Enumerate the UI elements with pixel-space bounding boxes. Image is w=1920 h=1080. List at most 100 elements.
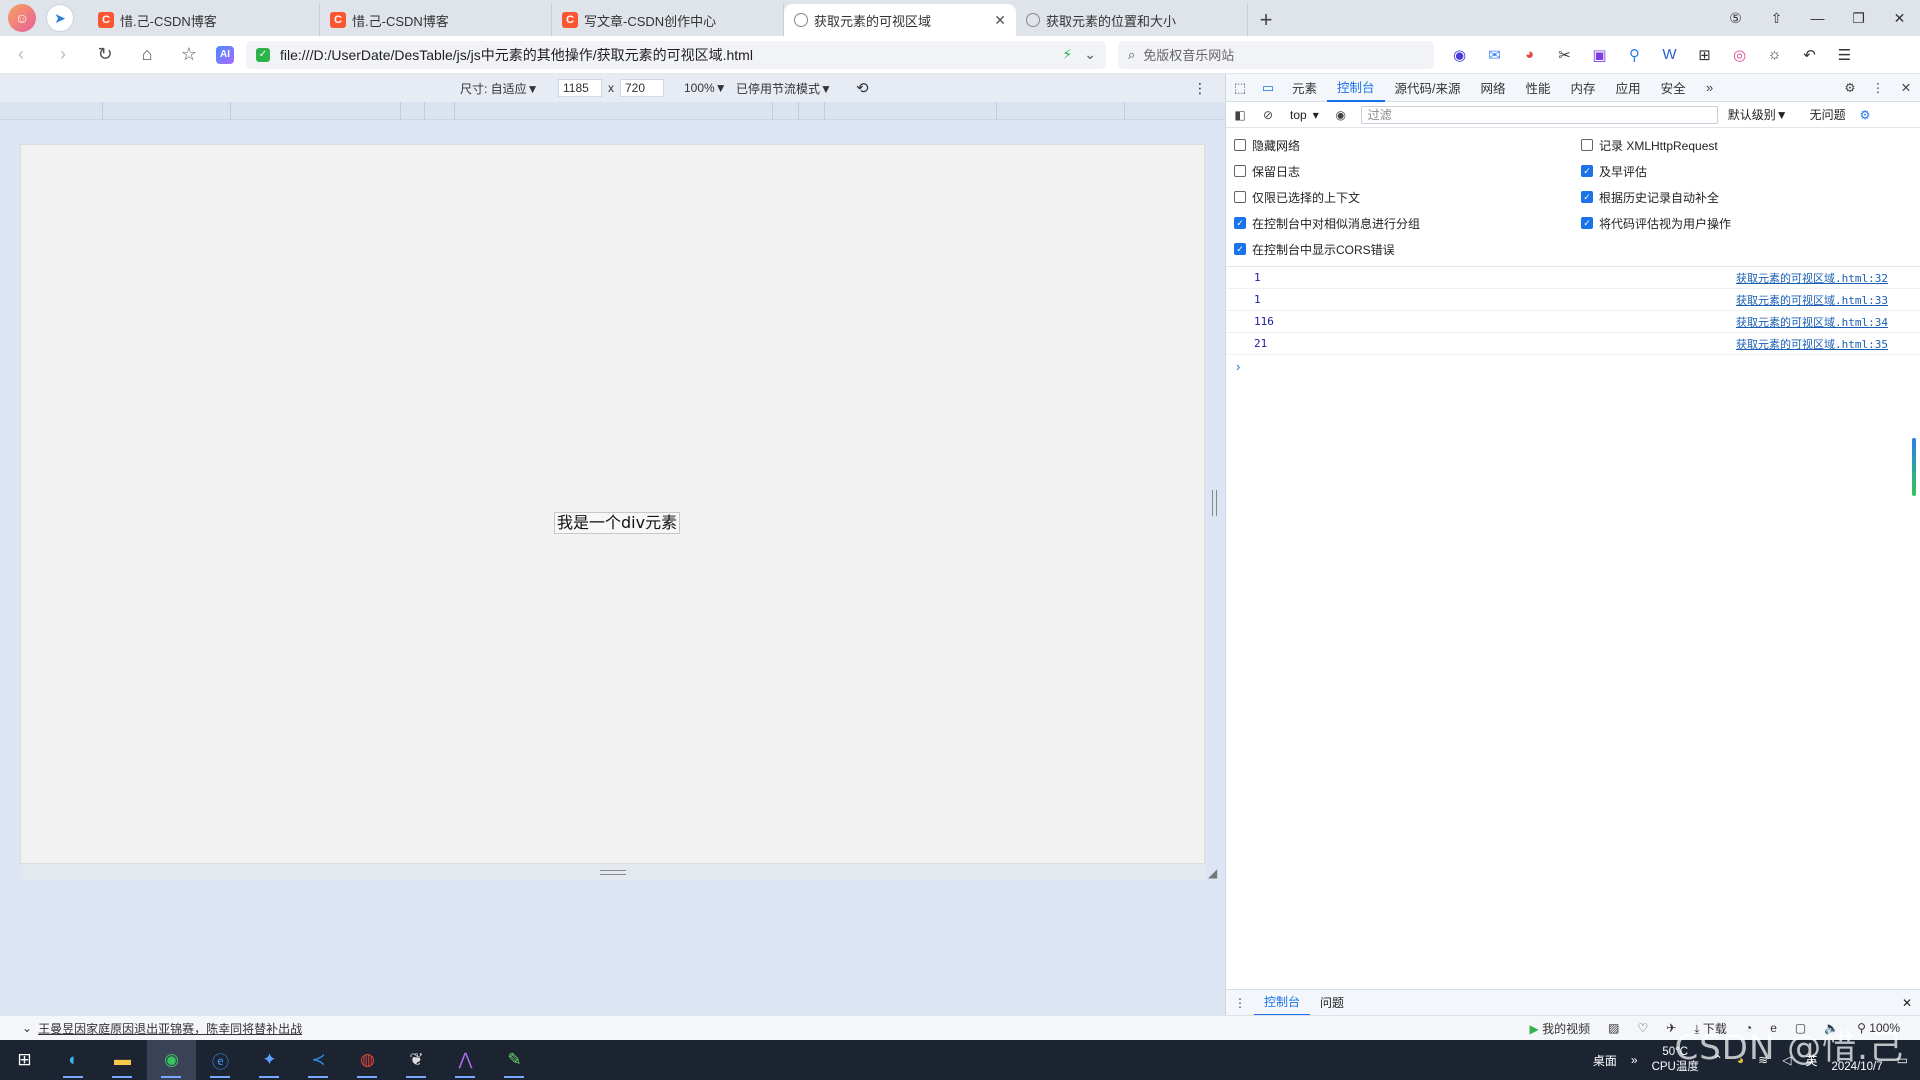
- log-source-link[interactable]: 获取元素的可视区域.html:32: [1736, 270, 1888, 286]
- log-levels-dropdown[interactable]: 默认级别▼: [1728, 106, 1788, 123]
- option-user-activation[interactable]: ✓ 将代码评估视为用户操作: [1581, 210, 1920, 236]
- magnifier-icon[interactable]: ⚲: [1617, 46, 1652, 64]
- settings-gear-icon[interactable]: ⚙: [1836, 80, 1864, 95]
- ie-icon[interactable]: e: [1770, 1021, 1777, 1035]
- drawer-menu-icon[interactable]: ⋮: [1226, 996, 1254, 1010]
- wifi-icon[interactable]: ≋: [1758, 1053, 1768, 1067]
- scissors-icon[interactable]: ✂: [1547, 46, 1582, 64]
- edge-icon[interactable]: ◐: [49, 1040, 98, 1080]
- media-query-ruler[interactable]: [0, 102, 1225, 120]
- console-settings-icon[interactable]: ⚙: [1860, 108, 1871, 122]
- download-button[interactable]: ⤓ 下载: [1694, 1020, 1727, 1037]
- feishu-icon[interactable]: ✦: [245, 1040, 294, 1080]
- drawer-tab-issues[interactable]: 问题: [1310, 990, 1354, 1016]
- checkbox-checked[interactable]: ✓: [1581, 191, 1593, 203]
- resize-handle-corner[interactable]: ◢: [1208, 866, 1217, 880]
- incognito-icon[interactable]: ◔: [1745, 1021, 1752, 1035]
- lightning-icon[interactable]: ⚡: [1062, 46, 1072, 63]
- option-autocomplete[interactable]: ✓ 根据历史记录自动补全: [1581, 184, 1920, 210]
- forward-icon[interactable]: ›: [42, 44, 84, 65]
- checkbox[interactable]: [1234, 191, 1246, 203]
- width-input[interactable]: 1185: [558, 79, 602, 97]
- translate-icon[interactable]: ▣: [1582, 46, 1617, 64]
- chevron-down-icon[interactable]: ⌄: [1084, 46, 1096, 63]
- close-window-button[interactable]: ✕: [1879, 10, 1920, 27]
- reload-icon[interactable]: ↻: [84, 44, 126, 65]
- resize-handle-right[interactable]: [1212, 490, 1217, 516]
- input-language[interactable]: 英: [1805, 1052, 1817, 1069]
- close-devtools-icon[interactable]: ✕: [1892, 80, 1920, 95]
- ie-browser-icon[interactable]: ⓔ: [196, 1040, 245, 1080]
- menu-icon[interactable]: ☰: [1827, 46, 1862, 64]
- checkbox[interactable]: [1581, 139, 1593, 151]
- height-input[interactable]: 720: [620, 79, 664, 97]
- checkbox-checked[interactable]: ✓: [1581, 165, 1593, 177]
- eye-icon[interactable]: ◉: [1327, 108, 1355, 122]
- my-video-button[interactable]: ▶ 我的视频: [1530, 1020, 1591, 1037]
- ai-assistant-icon[interactable]: AI: [216, 45, 234, 64]
- resize-handle-bottom[interactable]: [600, 870, 626, 875]
- undo-icon[interactable]: ↶: [1792, 46, 1827, 64]
- notifications-icon[interactable]: ▭: [1897, 1053, 1908, 1067]
- tab-position-size[interactable]: 获取元素的位置和大小: [1016, 4, 1248, 36]
- tab-performance[interactable]: 性能: [1516, 74, 1561, 102]
- word-icon[interactable]: W: [1652, 46, 1687, 63]
- pin-icon[interactable]: ⇧: [1756, 10, 1797, 27]
- option-group-similar[interactable]: ✓ 在控制台中对相似消息进行分组: [1234, 210, 1581, 236]
- chevron-down-icon[interactable]: ⌄: [22, 1021, 32, 1035]
- log-source-link[interactable]: 获取元素的可视区域.html:33: [1736, 292, 1888, 308]
- tab-csdn-blog-2[interactable]: C 惜.己-CSDN博客: [320, 4, 552, 36]
- color-wheel-icon[interactable]: ◎: [1722, 46, 1757, 64]
- back-icon[interactable]: ‹: [0, 44, 42, 65]
- tab-count-icon[interactable]: ⑤: [1715, 10, 1756, 27]
- console-prompt[interactable]: ›: [1226, 355, 1920, 378]
- new-tab-button[interactable]: +: [1248, 4, 1284, 36]
- home-icon[interactable]: ⌂: [126, 44, 168, 65]
- device-toggle-icon[interactable]: ▭: [1254, 80, 1282, 96]
- star-icon[interactable]: ☆: [168, 44, 210, 65]
- filter-input[interactable]: 过滤: [1360, 105, 1718, 124]
- checkbox-checked[interactable]: ✓: [1234, 217, 1246, 229]
- close-drawer-icon[interactable]: ✕: [1893, 996, 1920, 1010]
- checkbox[interactable]: [1234, 139, 1246, 151]
- tab-security[interactable]: 安全: [1651, 74, 1696, 102]
- checkbox[interactable]: [1234, 165, 1246, 177]
- option-eager-eval[interactable]: ✓ 及早评估: [1581, 158, 1920, 184]
- close-tab-icon[interactable]: ✕: [994, 12, 1006, 29]
- zoom-level[interactable]: ⚲ 100%: [1857, 1021, 1900, 1035]
- option-cors-errors[interactable]: ✓ 在控制台中显示CORS错误: [1234, 236, 1581, 262]
- window-icon[interactable]: ▢: [1795, 1021, 1806, 1035]
- apps-grid-icon[interactable]: ⊞: [1687, 46, 1722, 64]
- news-headline-link[interactable]: 王曼昱因家庭原因退出亚锦赛，陈幸同将替补出战: [38, 1020, 302, 1037]
- navigation-arrow-icon[interactable]: ➤: [46, 4, 74, 32]
- tray-expand-icon[interactable]: »: [1631, 1053, 1638, 1067]
- dimensions-dropdown[interactable]: 尺寸: 自适应▼: [460, 80, 539, 97]
- scroll-indicator[interactable]: [1912, 438, 1916, 496]
- tab-memory[interactable]: 内存: [1561, 74, 1606, 102]
- url-text[interactable]: file:///D:/UserDate/DesTable/js/js中元素的其他…: [280, 45, 1062, 65]
- log-source-link[interactable]: 获取元素的可视区域.html:35: [1736, 336, 1888, 352]
- more-options-icon[interactable]: ⋮: [1193, 80, 1207, 97]
- heart-icon[interactable]: ♡: [1637, 1021, 1648, 1035]
- inspect-element-icon[interactable]: ⬚: [1226, 80, 1254, 96]
- rocket-icon[interactable]: ✈: [1666, 1021, 1676, 1035]
- zoom-dropdown[interactable]: 100%▼: [684, 81, 727, 95]
- checkbox-checked[interactable]: ✓: [1234, 243, 1246, 255]
- throttle-dropdown[interactable]: 已停用节流模式▼: [736, 80, 832, 97]
- option-preserve-log[interactable]: 保留日志: [1234, 158, 1581, 184]
- clock[interactable]: 2024/10/7: [1831, 1045, 1882, 1075]
- windows-start-icon[interactable]: ⊞: [0, 1040, 49, 1080]
- context-selector[interactable]: top ▾: [1282, 108, 1327, 122]
- option-log-xhr[interactable]: 记录 XMLHttpRequest: [1581, 132, 1920, 158]
- tray-app-icon[interactable]: ◕: [1737, 1053, 1744, 1067]
- image-icon[interactable]: ▨: [1608, 1021, 1619, 1035]
- volume-icon[interactable]: 🔈: [1824, 1021, 1839, 1035]
- search-box[interactable]: ⌕ 免版权音乐网站: [1118, 40, 1434, 69]
- chat-extension-icon[interactable]: ◉: [1442, 46, 1477, 64]
- log-source-link[interactable]: 获取元素的可视区域.html:34: [1736, 314, 1888, 330]
- vscode-icon[interactable]: ≺: [294, 1040, 343, 1080]
- more-tabs-icon[interactable]: »: [1696, 80, 1724, 95]
- weibo-icon[interactable]: ◕: [1512, 46, 1547, 63]
- checkbox-checked[interactable]: ✓: [1581, 217, 1593, 229]
- tab-network[interactable]: 网络: [1471, 74, 1516, 102]
